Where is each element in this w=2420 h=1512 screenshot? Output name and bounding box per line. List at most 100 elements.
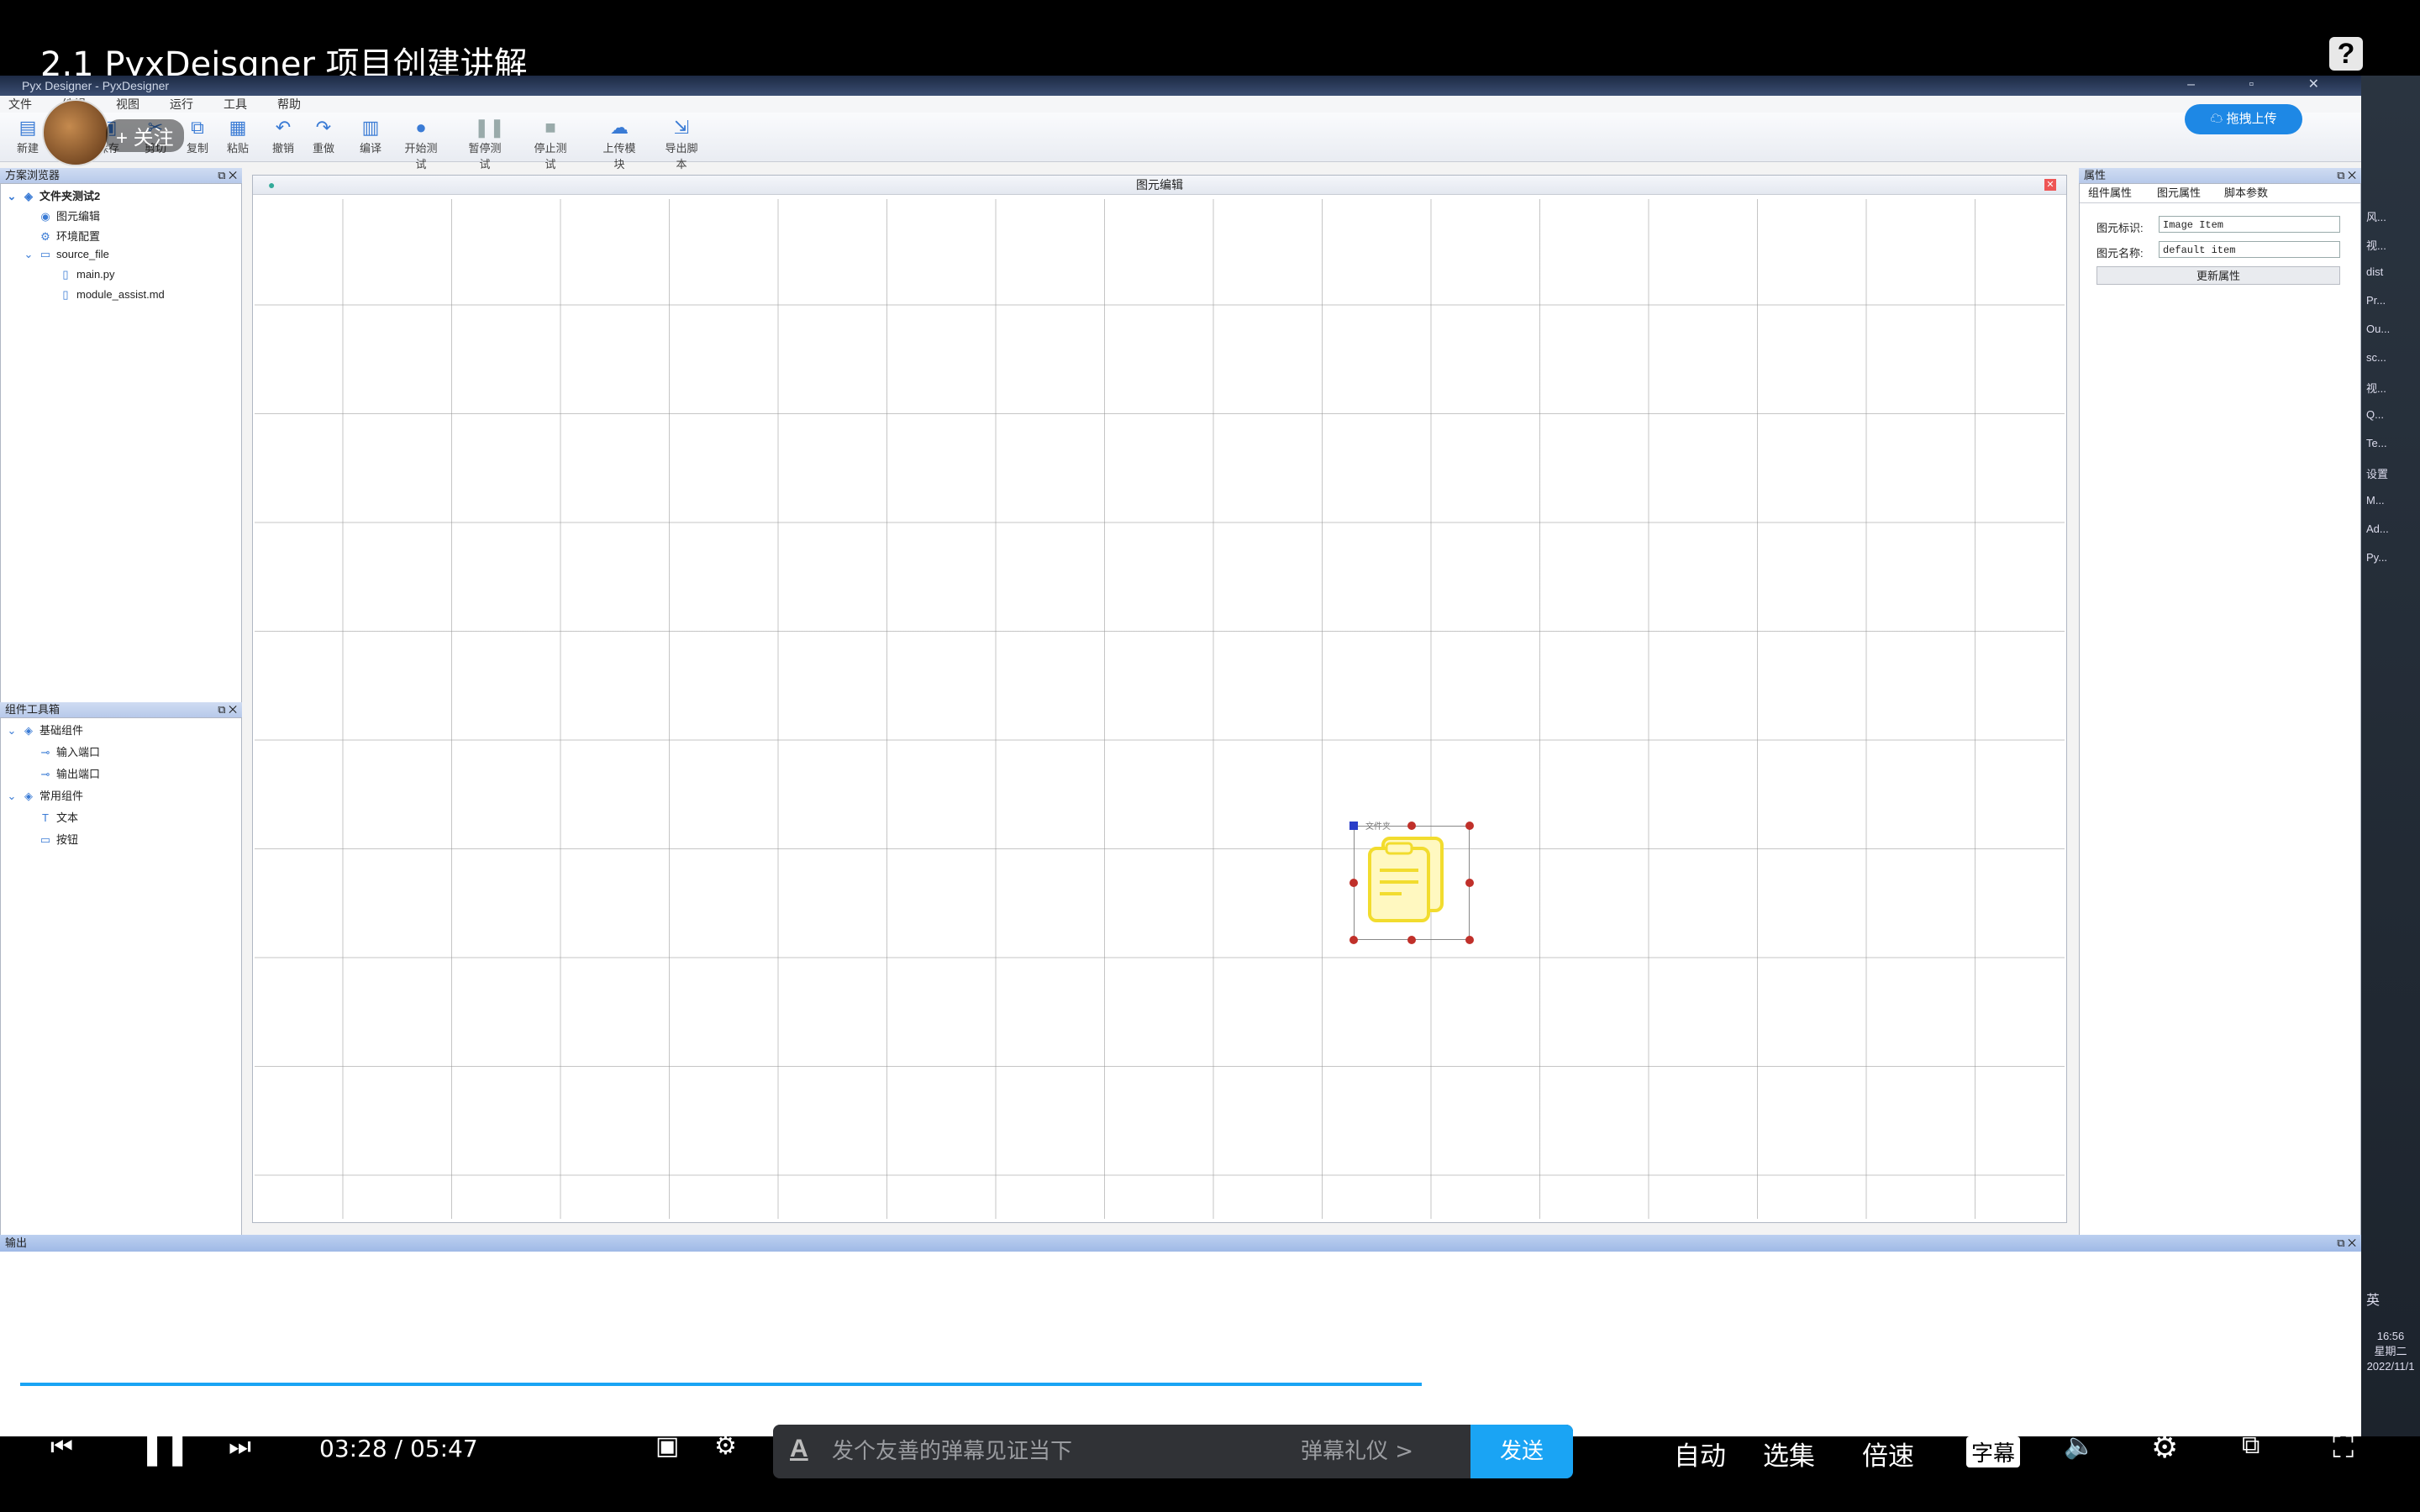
taskbar-entry[interactable]: 风... [2366, 208, 2386, 224]
panel-close-icon[interactable]: ⧉ ✕ [2337, 1235, 2356, 1252]
danmaku-toggle-icon[interactable]: ▣ [655, 1431, 679, 1461]
tab-image-props[interactable]: 图元属性 [2157, 184, 2201, 202]
window-controls[interactable]: – ▫ ✕ [2187, 76, 2344, 96]
item-id-field[interactable]: Image Item [2159, 216, 2340, 233]
fullscreen-icon[interactable]: ⛶ [2333, 1430, 2354, 1466]
resize-handle[interactable] [1465, 936, 1474, 944]
menu-help[interactable]: 帮助 [277, 97, 301, 111]
paste-icon: ▦ [229, 117, 247, 138]
taskbar-entry[interactable]: Te... [2366, 437, 2387, 449]
taskbar-entry[interactable]: M... [2366, 494, 2385, 507]
explorer-header: 方案浏览器 ⧉ ✕ [0, 168, 242, 183]
taskbar-entry[interactable]: Pr... [2366, 294, 2386, 307]
taskbar-entry[interactable]: dist [2366, 265, 2383, 278]
toolbox-group-common[interactable]: ⌄ ◈ 常用组件 [6, 787, 83, 803]
cloud-upload-button[interactable]: ☁ 拖拽上传 [2185, 104, 2302, 134]
toolbox-item-output-port[interactable]: ⊸ 输出端口 [39, 765, 100, 781]
tree-item-module-assist[interactable]: ▯ module_assist.md [60, 288, 164, 302]
tab-component-props[interactable]: 组件属性 [2088, 184, 2132, 202]
text-style-icon[interactable]: A [790, 1435, 808, 1463]
volume-icon[interactable]: 🔈 [2064, 1431, 2095, 1461]
taskbar-entry[interactable]: sc... [2366, 351, 2386, 364]
editor-grid[interactable] [255, 199, 2065, 1219]
progress-fill [20, 1383, 1422, 1386]
picture-in-picture-icon[interactable]: ⧉ [2242, 1431, 2260, 1460]
danmaku-etiquette-link[interactable]: 弹幕礼仪 > [1301, 1425, 1413, 1478]
toolbar-upload-module-button[interactable]: ☁ 上传模块 [598, 118, 640, 171]
redo-icon: ↷ [315, 117, 332, 138]
previous-icon[interactable]: ⏮ [50, 1433, 73, 1462]
episodes-button[interactable]: 选集 [1763, 1435, 1815, 1473]
menu-tools[interactable]: 工具 [224, 97, 247, 111]
toolbar-start-test-button[interactable]: ● 开始测试 [400, 118, 442, 171]
resize-handle[interactable] [1407, 936, 1416, 944]
output-header: 输出 ⧉ ✕ [0, 1235, 2361, 1252]
menu-run[interactable]: 运行 [170, 97, 193, 111]
ime-indicator[interactable]: 英 [2366, 1289, 2380, 1309]
toolbar-redo-button[interactable]: ↷ 重做 [302, 118, 345, 155]
danmaku-settings-icon[interactable]: ⚙ [714, 1431, 737, 1461]
panel-close-icon[interactable]: ⧉ ✕ [2337, 168, 2356, 183]
toolbar-pause-test-button[interactable]: ❚❚ 暂停测试 [464, 118, 506, 171]
toolbar-export-script-button[interactable]: ⇲ 导出脚本 [660, 118, 702, 171]
tree-item-source-folder[interactable]: ⌄ ▭ source_file [23, 248, 109, 261]
resize-handle[interactable] [1465, 879, 1474, 887]
send-button[interactable]: 发送 [1470, 1425, 1573, 1478]
settings-icon[interactable]: ⚙ [2151, 1430, 2178, 1465]
tree-item-main-py[interactable]: ▯ main.py [60, 268, 114, 281]
canvas-item[interactable] [1349, 822, 1474, 944]
panel-close-icon[interactable]: ⧉ ✕ [218, 168, 237, 183]
file-icon: ▯ [62, 268, 69, 281]
menu-file[interactable]: 文件 [8, 97, 32, 111]
taskbar-entry[interactable]: 设置 [2366, 465, 2388, 481]
resize-handle[interactable] [1349, 936, 1358, 944]
editor-close-button[interactable]: ✕ [2044, 179, 2056, 191]
tree-project[interactable]: ⌄ ◈ 文件夹测试2 [6, 187, 101, 203]
field-label-name: 图元名称: [2096, 247, 2144, 260]
app-window: Pyx Designer - PyxDesigner – ▫ ✕ 文件编辑视图运… [0, 76, 2361, 1436]
status-dot-icon: ● [268, 178, 276, 192]
resize-handle[interactable] [1349, 879, 1358, 887]
taskbar-entry[interactable]: 视... [2366, 237, 2386, 253]
follow-button[interactable]: + 关注 [106, 119, 184, 152]
tab-script-params[interactable]: 脚本参数 [2224, 184, 2268, 202]
link-icon: ⊸ [40, 746, 50, 759]
speed-button[interactable]: 倍速 [1862, 1435, 1914, 1473]
system-clock[interactable]: 16:56 星期二 2022/11/1 [2363, 1329, 2418, 1374]
properties-tabs: 组件属性 图元属性 脚本参数 [2080, 184, 2360, 203]
taskbar-entry[interactable]: Ou... [2366, 323, 2390, 335]
image-editor: ● 图元编辑 ✕ 文件夹 [252, 175, 2067, 1223]
toolbox-group-basic[interactable]: ⌄ ◈ 基础组件 [6, 722, 83, 738]
resize-handle[interactable] [1407, 822, 1416, 830]
pause-icon[interactable]: ❚❚ [139, 1431, 190, 1467]
panel-close-icon[interactable]: ⧉ ✕ [218, 702, 237, 717]
taskbar-entry[interactable]: 视... [2366, 380, 2386, 396]
quality-auto-button[interactable]: 自动 [1674, 1435, 1726, 1473]
tree-item-env-config[interactable]: ⚙ 环境配置 [39, 228, 100, 244]
taskbar-entry[interactable]: Q... [2366, 408, 2384, 421]
progress-bar[interactable] [20, 1383, 2356, 1386]
resize-handle[interactable] [1465, 822, 1474, 830]
toolbar-undo-button[interactable]: ↶ 撤销 [262, 118, 304, 155]
avatar[interactable] [42, 99, 109, 166]
cube-icon: ◈ [24, 724, 33, 737]
document-stack-icon [1368, 837, 1444, 922]
taskbar-entry[interactable]: Ad... [2366, 522, 2389, 535]
tree-item-image-edit[interactable]: ◉ 图元编辑 [39, 207, 100, 223]
item-name-field[interactable]: default item [2159, 241, 2340, 258]
danmaku-input[interactable]: 发个友善的弹幕见证当下 [832, 1425, 1072, 1478]
next-icon[interactable]: ⏭ [229, 1433, 251, 1462]
taskbar-entry[interactable]: Py... [2366, 551, 2387, 564]
help-icon[interactable]: ? [2329, 37, 2363, 71]
toolbar-stop-test-button[interactable]: ■ 停止测试 [529, 118, 571, 171]
toolbox-item-text[interactable]: T 文本 [39, 809, 78, 825]
subtitle-button[interactable]: 字幕 [1966, 1436, 2021, 1467]
update-properties-button[interactable]: 更新属性 [2096, 266, 2340, 285]
toolbar-paste-button[interactable]: ▦ 粘贴 [217, 118, 259, 155]
toolbox-item-button[interactable]: ▭ 按钮 [39, 831, 78, 847]
toolbox-item-input-port[interactable]: ⊸ 输入端口 [39, 743, 100, 759]
new-file-icon: ▤ [18, 117, 37, 138]
menu-view[interactable]: 视图 [116, 97, 139, 111]
resize-handle[interactable] [1349, 822, 1358, 830]
toolbar-compile-button[interactable]: ▥ 编译 [350, 118, 392, 155]
